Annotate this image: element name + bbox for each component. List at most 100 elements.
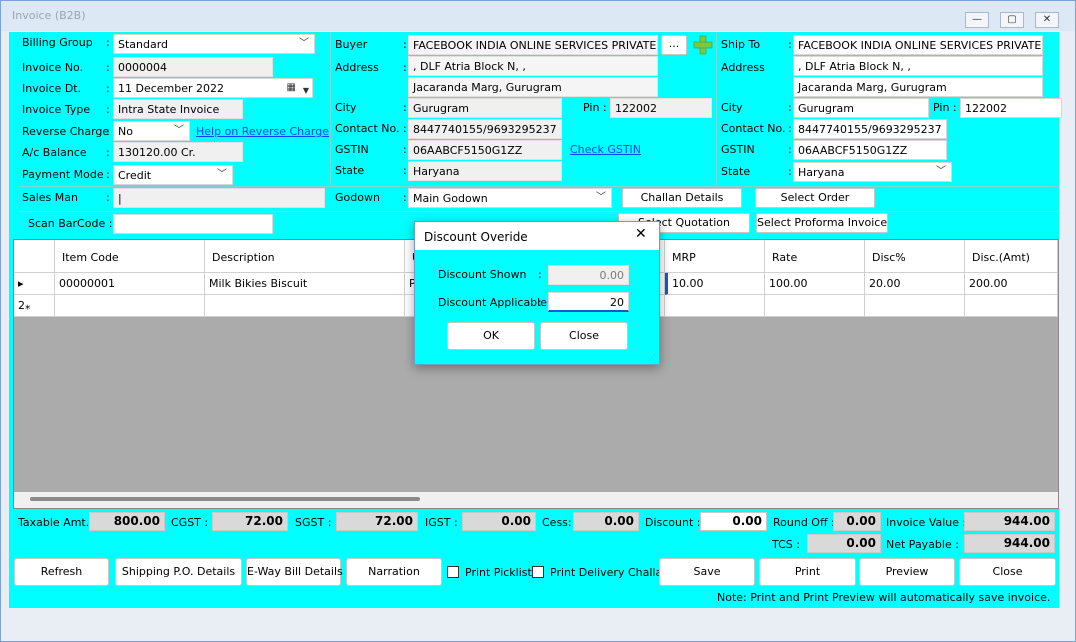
narration-button[interactable]: Narration: [346, 558, 442, 586]
footer-note: Note: Print and Print Preview will autom…: [717, 591, 1051, 604]
grid-header-rate[interactable]: Rate: [765, 240, 865, 273]
sgst-label: SGST :: [295, 516, 332, 529]
maximize-button[interactable]: ▢: [1000, 12, 1024, 28]
godown-value: Main Godown: [413, 192, 488, 205]
select-order-button[interactable]: Select Order: [755, 188, 875, 208]
close-button[interactable]: Close: [959, 558, 1056, 586]
minimize-button[interactable]: —: [965, 12, 989, 28]
ac-balance-label: A/c Balance: [22, 146, 87, 159]
ship-city-field[interactable]: Gurugram: [793, 98, 929, 118]
colon: :: [403, 61, 407, 74]
resize-grip-icon[interactable]: ⋰: [648, 353, 656, 362]
net-payable-label: Net Payable :: [886, 538, 959, 551]
new-row-cell[interactable]: [865, 295, 965, 317]
dialog-close-icon[interactable]: ✕: [635, 226, 647, 242]
cell-mrp[interactable]: 10.00: [665, 273, 765, 295]
discount-applicable-label: Discount Applicable: [438, 296, 547, 309]
grid-header-mrp[interactable]: MRP: [665, 240, 765, 273]
eway-bill-button[interactable]: E-Way Bill Details: [246, 558, 343, 586]
reverse-charge-value: No: [118, 125, 133, 138]
buyer-state-label: State: [335, 164, 365, 177]
discount-applicable-input[interactable]: 20: [548, 292, 629, 312]
ship-contact-label: Contact No.: [721, 122, 786, 135]
payment-mode-select[interactable]: Credit ﹀: [113, 165, 233, 185]
title-bar: [1, 1, 1075, 31]
grid-header-item-code[interactable]: Item Code: [55, 240, 205, 273]
dropdown-arrow-icon[interactable]: ▼: [303, 83, 309, 98]
colon: :: [403, 122, 407, 135]
invoice-no-field[interactable]: 0000004: [113, 57, 273, 77]
taxable-label: Taxable Amt. :: [18, 516, 97, 529]
buyer-city-field[interactable]: Gurugram: [408, 98, 562, 118]
preview-button[interactable]: Preview: [859, 558, 955, 586]
ship-gstin-label: GSTIN: [721, 143, 755, 156]
round-off-amount: 0.00: [833, 512, 881, 531]
invoice-value-amount: 944.00: [964, 512, 1055, 531]
calendar-icon[interactable]: ▦: [287, 80, 296, 95]
colon: :: [106, 36, 110, 49]
new-row-cell[interactable]: [205, 295, 405, 317]
cell-disc-amt[interactable]: 200.00: [965, 273, 1058, 295]
tcs-label: TCS :: [772, 538, 800, 551]
ship-address-line2[interactable]: Jacaranda Marg, Gurugram: [793, 77, 1043, 97]
new-row-cell[interactable]: [765, 295, 865, 317]
billing-group-select[interactable]: Standard ﹀: [113, 34, 315, 54]
buyer-name-field[interactable]: FACEBOOK INDIA ONLINE SERVICES PRIVATE L: [408, 35, 658, 55]
cess-amount: 0.00: [573, 512, 639, 531]
print-picklist-checkbox[interactable]: [447, 566, 459, 578]
buyer-address-line2[interactable]: Jacaranda Marg, Gurugram: [408, 77, 658, 97]
cell-item-code[interactable]: 00000001: [55, 273, 205, 295]
cell-disc-pct[interactable]: 20.00: [865, 273, 965, 295]
buyer-address-line1[interactable]: , DLF Atria Block N, ,: [408, 56, 658, 76]
header-divider: [18, 186, 1058, 187]
shipping-po-button[interactable]: Shipping P.O. Details: [115, 558, 242, 586]
buyer-state-field[interactable]: Haryana: [408, 161, 562, 181]
dialog-close-button[interactable]: Close: [540, 322, 628, 350]
sales-man-field[interactable]: |: [113, 188, 325, 208]
colon: :: [788, 101, 792, 114]
godown-select[interactable]: Main Godown ﹀: [408, 188, 612, 208]
reverse-charge-select[interactable]: No ﹀: [113, 121, 190, 141]
ship-pin-field[interactable]: 122002: [960, 98, 1062, 118]
refresh-button[interactable]: Refresh: [14, 558, 109, 586]
buyer-gstin-label: GSTIN: [335, 143, 369, 156]
challan-details-button[interactable]: Challan Details: [622, 188, 742, 208]
save-button[interactable]: Save: [659, 558, 755, 586]
buyer-address-label: Address: [335, 61, 379, 74]
buyer-contact-field[interactable]: 8447740155/9693295237: [408, 119, 562, 139]
select-proforma-button[interactable]: Select Proforma Invoice: [756, 213, 888, 233]
chevron-down-icon: ﹀: [174, 125, 184, 136]
cell-description[interactable]: Milk Bikies Biscuit: [205, 273, 405, 295]
scrollbar-thumb[interactable]: [30, 497, 420, 501]
print-button[interactable]: Print: [759, 558, 856, 586]
ship-state-select[interactable]: Haryana ﹀: [793, 162, 952, 182]
new-row-cell[interactable]: [965, 295, 1058, 317]
invoice-type-field[interactable]: Intra State Invoice: [113, 99, 243, 119]
window-close-button[interactable]: ✕: [1035, 12, 1059, 28]
add-icon[interactable]: [693, 35, 713, 55]
ship-address-line1[interactable]: , DLF Atria Block N, ,: [793, 56, 1043, 76]
discount-amount-field[interactable]: 0.00: [700, 512, 767, 531]
reverse-charge-help-link[interactable]: Help on Reverse Charge: [196, 125, 329, 138]
invoice-no-label: Invoice No.: [22, 61, 84, 74]
ship-contact-field[interactable]: 8447740155/9693295237: [793, 119, 947, 139]
buyer-pin-field[interactable]: 122002: [610, 98, 712, 118]
scan-barcode-input[interactable]: [113, 214, 273, 234]
sgst-amount: 72.00: [336, 512, 418, 531]
new-row-cell[interactable]: [55, 295, 205, 317]
new-row-cell[interactable]: [665, 295, 765, 317]
cell-rate[interactable]: 100.00: [765, 273, 865, 295]
grid-header-description[interactable]: Description: [205, 240, 405, 273]
colon: :: [106, 103, 110, 116]
colon: :: [403, 164, 407, 177]
dialog-ok-button[interactable]: OK: [447, 322, 535, 350]
buyer-gstin-field[interactable]: 06AABCF5150G1ZZ: [408, 140, 562, 160]
ship-to-name-field[interactable]: FACEBOOK INDIA ONLINE SERVICES PRIVATE L: [793, 35, 1043, 55]
ship-gstin-field[interactable]: 06AABCF5150G1ZZ: [793, 140, 947, 160]
print-delivery-checkbox[interactable]: [532, 566, 544, 578]
invoice-date-picker[interactable]: 11 December 2022 ▦ ▼: [113, 78, 313, 98]
grid-header-disc-pct[interactable]: Disc%: [865, 240, 965, 273]
grid-header-disc-amt[interactable]: Disc.(Amt): [965, 240, 1058, 273]
buyer-lookup-button[interactable]: ...: [661, 35, 687, 55]
check-gstin-link[interactable]: Check GSTIN: [570, 143, 641, 156]
